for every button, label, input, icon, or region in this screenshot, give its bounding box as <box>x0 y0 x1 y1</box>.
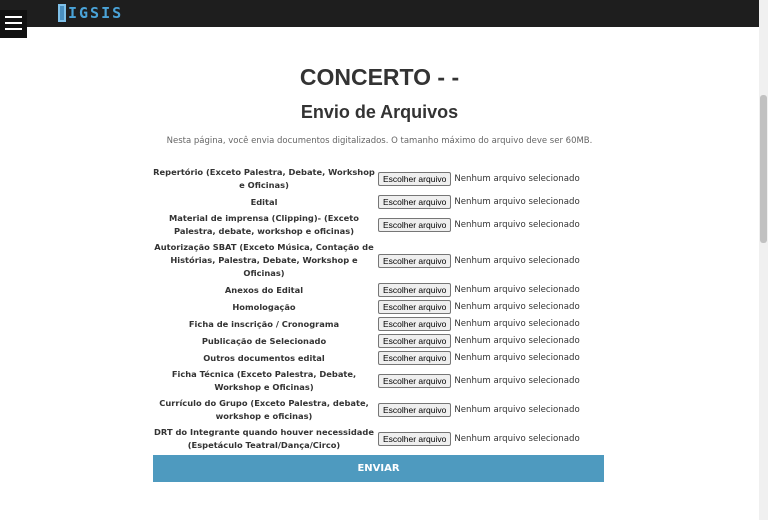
file-upload-label: DRT do Integrante quando houver necessid… <box>154 427 374 450</box>
upload-form: Repertório (Exceto Palestra, Debate, Wor… <box>153 166 613 455</box>
choose-file-button[interactable]: Escolher arquivo <box>378 172 452 186</box>
choose-file-button[interactable]: Escolher arquivo <box>378 218 452 232</box>
file-status-text: Nenhum arquivo selecionado <box>454 405 580 415</box>
page-title: CONCERTO - - <box>299 64 460 90</box>
file-upload-label: Ficha Técnica (Exceto Palestra, Debate, … <box>171 369 357 392</box>
file-upload-label: Currículo do Grupo (Exceto Palestra, deb… <box>159 398 369 421</box>
file-upload-row: Currículo do Grupo (Exceto Palestra, deb… <box>153 397 613 423</box>
file-status-text: Nenhum arquivo selecionado <box>454 197 580 207</box>
file-upload-row: Ficha Técnica (Exceto Palestra, Debate, … <box>153 368 613 394</box>
page-scrollbar[interactable] <box>759 0 768 520</box>
choose-file-button[interactable]: Escolher arquivo <box>378 195 452 209</box>
file-upload-label: Publicação de Selecionado <box>201 335 327 346</box>
file-input[interactable]: Escolher arquivo Nenhum arquivo seleciona… <box>378 432 580 446</box>
file-input[interactable]: Escolher arquivo Nenhum arquivo seleciona… <box>378 334 580 348</box>
hamburger-menu-icon[interactable] <box>0 10 27 38</box>
file-upload-row: Autorização SBAT (Exceto Música, Contaçã… <box>153 241 613 280</box>
file-upload-row: Publicação de Selecionado Escolher arquiv… <box>153 334 613 348</box>
choose-file-button[interactable]: Escolher arquivo <box>378 283 452 297</box>
file-input[interactable]: Escolher arquivo Nenhum arquivo seleciona… <box>378 374 580 388</box>
igsis-logo[interactable]: IGSIS <box>58 3 123 23</box>
choose-file-button[interactable]: Escolher arquivo <box>378 253 452 268</box>
file-input[interactable]: Escolher arquivo Nenhum arquivo seleciona… <box>378 195 580 209</box>
file-input[interactable]: Escolher arquivo Nenhum arquivo seleciona… <box>378 351 580 365</box>
logo-mark-icon <box>58 4 66 22</box>
logo-text: IGSIS <box>68 4 124 22</box>
file-status-text: Nenhum arquivo selecionado <box>454 376 580 386</box>
file-status-text: Nenhum arquivo selecionado <box>454 174 580 184</box>
file-upload-label: Homologação <box>232 301 296 312</box>
file-input[interactable]: Escolher arquivo Nenhum arquivo seleciona… <box>378 172 580 186</box>
choose-file-button[interactable]: Escolher arquivo <box>378 432 452 446</box>
submit-button[interactable]: ENVIAR <box>153 455 604 482</box>
file-upload-label: Ficha de inscrição / Cronograma <box>188 318 340 329</box>
file-input[interactable]: Escolher arquivo Nenhum arquivo seleciona… <box>378 218 580 232</box>
file-input[interactable]: Escolher arquivo Nenhum arquivo seleciona… <box>378 283 580 297</box>
file-status-text: Nenhum arquivo selecionado <box>454 336 580 346</box>
file-status-text: Nenhum arquivo selecionado <box>454 302 580 312</box>
scrollbar-thumb[interactable] <box>760 95 767 243</box>
file-upload-label: Material de imprensa (Clipping)- (Exceto… <box>169 213 359 236</box>
file-status-text: Nenhum arquivo selecionado <box>454 255 580 266</box>
file-upload-label: Anexos do Edital <box>224 284 304 295</box>
choose-file-button[interactable]: Escolher arquivo <box>378 300 452 314</box>
choose-file-button[interactable]: Escolher arquivo <box>378 334 452 348</box>
file-upload-row: Homologação Escolher arquivo Nenhum arquiv… <box>153 300 613 314</box>
file-input[interactable]: Escolher arquivo Nenhum arquivo seleciona… <box>378 253 580 268</box>
file-input[interactable]: Escolher arquivo Nenhum arquivo seleciona… <box>378 317 580 331</box>
file-status-text: Nenhum arquivo selecionado <box>454 220 580 230</box>
file-status-text: Nenhum arquivo selecionado <box>454 319 580 329</box>
file-upload-row: Repertório (Exceto Palestra, Debate, Wor… <box>153 166 613 192</box>
file-input[interactable]: Escolher arquivo Nenhum arquivo seleciona… <box>378 300 580 314</box>
choose-file-button[interactable]: Escolher arquivo <box>378 374 452 388</box>
file-upload-label: Outros documentos edital <box>203 352 325 363</box>
choose-file-button[interactable]: Escolher arquivo <box>378 317 452 331</box>
file-status-text: Nenhum arquivo selecionado <box>454 285 580 295</box>
file-upload-row: Ficha de inscrição / Cronograma Escolher … <box>153 317 613 331</box>
file-upload-label: Autorização SBAT (Exceto Música, Contaçã… <box>154 242 374 278</box>
file-upload-row: Anexos do Edital Escolher arquivo Nenhum a… <box>153 283 613 297</box>
file-upload-label: Edital <box>250 196 278 207</box>
top-navbar: IGSIS <box>0 0 759 27</box>
file-upload-row: DRT do Integrante quando houver necessid… <box>153 426 613 452</box>
file-upload-row: Edital Escolher arquivo Nenhum arquivo sel… <box>153 195 613 209</box>
file-status-text: Nenhum arquivo selecionado <box>454 353 580 363</box>
file-upload-label: Repertório (Exceto Palestra, Debate, Wor… <box>153 167 375 190</box>
choose-file-button[interactable]: Escolher arquivo <box>378 351 452 365</box>
file-upload-row: Material de imprensa (Clipping)- (Exceto… <box>153 212 613 238</box>
page-subtitle: Envio de Arquivos <box>300 102 459 122</box>
choose-file-button[interactable]: Escolher arquivo <box>378 403 452 417</box>
file-input[interactable]: Escolher arquivo Nenhum arquivo seleciona… <box>378 403 580 417</box>
file-status-text: Nenhum arquivo selecionado <box>454 434 580 444</box>
page-description: Nesta página, você envia documentos digi… <box>166 136 593 146</box>
file-upload-row: Outros documentos edital Escolher arquivo… <box>153 351 613 365</box>
